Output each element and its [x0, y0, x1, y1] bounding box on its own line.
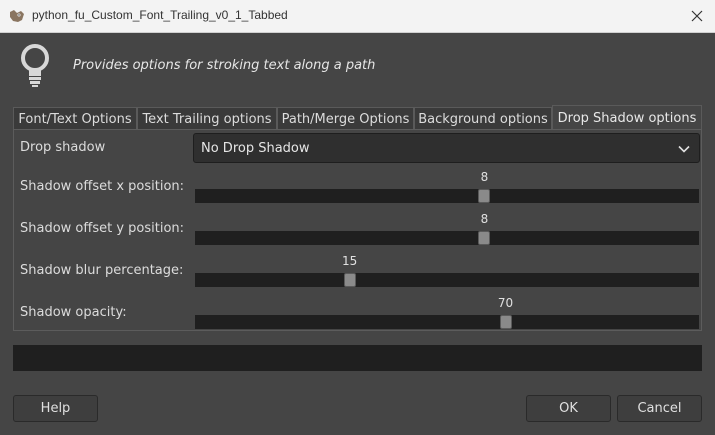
progress-bar — [13, 345, 702, 371]
shadow-offset-y-label: Shadow offset y position: — [20, 221, 185, 236]
slider-handle[interactable] — [478, 231, 491, 245]
shadow-opacity-value: 70 — [497, 296, 514, 310]
shadow-offset-x-value: 8 — [480, 170, 489, 184]
cancel-button[interactable]: Cancel — [617, 395, 702, 422]
drop-shadow-label: Drop shadow — [20, 140, 106, 155]
tab-text-trailing-options[interactable]: Text Trailing options — [137, 107, 277, 130]
shadow-offset-x-label: Shadow offset x position: — [20, 179, 185, 194]
gimp-icon — [10, 10, 24, 22]
shadow-blur-value: 15 — [341, 254, 358, 268]
shadow-blur-label: Shadow blur percentage: — [20, 263, 184, 278]
tab-label: Drop Shadow options — [557, 110, 697, 126]
plugin-description: Provides options for stroking text along… — [73, 58, 376, 73]
shadow-offset-y-value: 8 — [480, 212, 489, 226]
slider-handle[interactable] — [499, 315, 512, 329]
shadow-offset-x-slider[interactable] — [195, 189, 699, 203]
tab-path-merge-options[interactable]: Path/Merge Options — [277, 107, 414, 130]
tab-font-text-options[interactable]: Font/Text Options — [13, 107, 137, 130]
ok-button-label: OK — [559, 401, 578, 416]
title-bar: python_fu_Custom_Font_Trailing_v0_1_Tabb… — [0, 0, 715, 33]
lightbulb-icon — [21, 44, 49, 87]
ok-button[interactable]: OK — [526, 395, 611, 422]
shadow-offset-y-slider[interactable] — [195, 231, 699, 245]
tab-label: Text Trailing options — [142, 111, 272, 127]
slider-handle[interactable] — [478, 189, 491, 203]
close-icon — [691, 10, 703, 22]
help-button-label: Help — [40, 401, 71, 416]
tab-label: Path/Merge Options — [281, 111, 410, 127]
shadow-opacity-label: Shadow opacity: — [20, 305, 127, 320]
shadow-opacity-slider[interactable] — [195, 315, 699, 329]
shadow-blur-slider[interactable] — [195, 273, 699, 287]
help-button[interactable]: Help — [13, 395, 98, 422]
tab-bar: Font/Text Options Text Trailing options … — [13, 105, 702, 130]
slider-handle[interactable] — [343, 273, 356, 287]
tab-label: Background options — [418, 111, 548, 127]
tab-label: Font/Text Options — [18, 111, 132, 127]
chevron-down-icon — [678, 145, 690, 153]
drop-shadow-select[interactable]: No Drop Shadow — [193, 133, 700, 163]
cancel-button-label: Cancel — [637, 401, 682, 416]
close-button[interactable] — [680, 2, 714, 30]
tab-background-options[interactable]: Background options — [414, 107, 552, 130]
window-title: python_fu_Custom_Font_Trailing_v0_1_Tabb… — [32, 8, 288, 22]
tab-drop-shadow-options[interactable]: Drop Shadow options — [552, 105, 702, 130]
drop-shadow-value: No Drop Shadow — [201, 141, 310, 156]
drop-shadow-panel: Drop shadow No Drop Shadow Shadow offset… — [13, 129, 702, 331]
